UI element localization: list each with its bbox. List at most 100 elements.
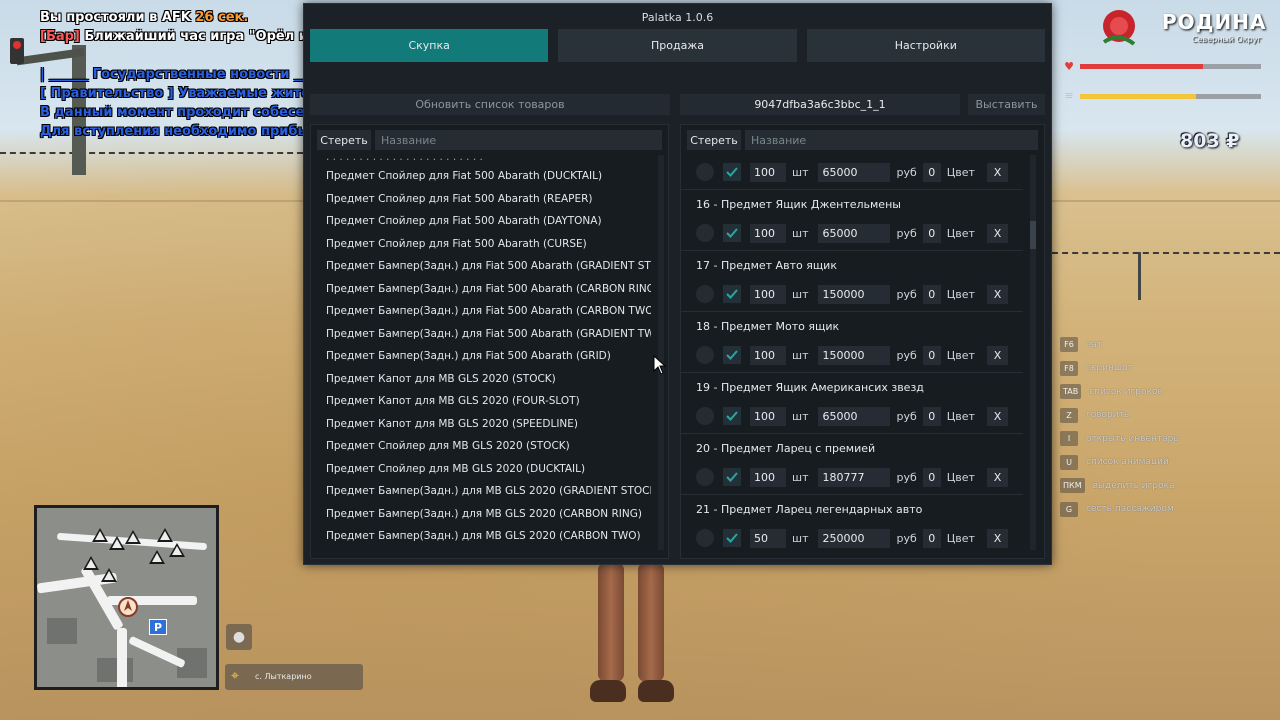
row-checkbox[interactable] (723, 407, 741, 425)
quantity-field[interactable]: 100 (750, 162, 786, 182)
color-field[interactable]: 0 (922, 223, 941, 243)
preset-code-field[interactable]: 9047dfba3a6c3bbc_1_1 (680, 94, 960, 115)
quantity-field[interactable]: 100 (750, 223, 786, 243)
row-checkbox[interactable] (723, 529, 741, 547)
row-checkbox[interactable] (723, 285, 741, 303)
row-radio[interactable] (696, 163, 714, 181)
check-icon (726, 472, 738, 482)
row-radio[interactable] (696, 346, 714, 364)
list-item[interactable]: Предмет Бампер(Задн.) для MB GLS 2020 (G… (311, 480, 651, 503)
window-title: Palatka 1.0.6 (641, 11, 714, 24)
color-field[interactable]: 0 (922, 345, 941, 365)
remove-button[interactable]: X (986, 284, 1008, 304)
list-item[interactable]: Предмет Спойлер для Fiat 500 Abarath (DU… (311, 165, 651, 188)
row-radio[interactable] (696, 468, 714, 486)
traffic-light (10, 38, 24, 64)
list-item[interactable]: Предмет Бампер(Задн.) для MB GLS 2020 (C… (311, 525, 651, 548)
health-bar-fill (1080, 64, 1204, 69)
remove-button[interactable]: X (986, 528, 1008, 548)
fence (0, 152, 303, 154)
row-checkbox[interactable] (723, 163, 741, 181)
color-label: Цвет (946, 226, 975, 240)
row-title: 17 - Предмет Авто ящик (696, 259, 837, 272)
list-item[interactable]: Предмет Спойлер для MB GLS 2020 (DUCKTAI… (311, 458, 651, 481)
list-item[interactable]: Предмет Спойлер для Fiat 500 Abarath (DA… (311, 210, 651, 233)
map-landmark-icon (149, 550, 165, 564)
key-hint: ПКМ выделить игрока (1060, 474, 1179, 498)
list-item[interactable]: Предмет Капот для MB GLS 2020 (FOUR-SLOT… (311, 390, 651, 413)
list-item[interactable]: Предмет Капот для MB GLS 2020 (STOCK) (311, 368, 651, 391)
price-field[interactable]: 150000 (818, 345, 891, 365)
price-field[interactable]: 250000 (818, 528, 891, 548)
unit-label: шт (792, 409, 809, 423)
row-checkbox[interactable] (723, 346, 741, 364)
unit-label: шт (792, 531, 809, 545)
currency-label: руб (896, 287, 917, 301)
row-radio[interactable] (696, 285, 714, 303)
list-item[interactable]: Предмет Бампер(Задн.) для Fiat 500 Abara… (311, 278, 651, 301)
selected-scrollbar[interactable] (1030, 155, 1036, 550)
microphone-icon[interactable]: ● (226, 624, 252, 650)
quantity-field[interactable]: 100 (750, 406, 786, 426)
list-item[interactable]: Предмет Бампер(Задн.) для Fiat 500 Abara… (311, 345, 651, 368)
quantity-field[interactable]: 100 (750, 284, 786, 304)
remove-button[interactable]: X (986, 345, 1008, 365)
row-checkbox[interactable] (723, 468, 741, 486)
key-hint: Iоткрыть инвентарь (1060, 427, 1179, 451)
tab-settings[interactable]: Настройки (806, 29, 1045, 62)
goods-scrollbar[interactable] (658, 155, 664, 550)
chat-afk-time: 26 сек. (195, 10, 249, 25)
burger-icon: ≡ (1064, 89, 1074, 102)
price-field[interactable]: 180777 (818, 467, 891, 487)
price-field[interactable]: 65000 (818, 162, 891, 182)
color-field[interactable]: 0 (922, 162, 941, 182)
price-field[interactable]: 65000 (818, 406, 891, 426)
refresh-goods-button[interactable]: Обновить список товаров (310, 94, 670, 115)
row-checkbox[interactable] (723, 224, 741, 242)
apply-button[interactable]: Выставить (968, 94, 1045, 115)
scrollbar-thumb[interactable] (1030, 221, 1036, 249)
map-landmark-icon (125, 530, 141, 544)
location-badge: ⌖ с. Лыткарино (225, 664, 363, 690)
list-item[interactable]: Предмет Спойлер для MB GLS 2020 (STOCK) (311, 435, 651, 458)
logo-subtitle: Северный Округ (1192, 35, 1262, 44)
row-radio[interactable] (696, 529, 714, 547)
selected-search-input[interactable] (745, 130, 1038, 150)
remove-button[interactable]: X (986, 406, 1008, 426)
price-field[interactable]: 150000 (818, 284, 891, 304)
quantity-field[interactable]: 100 (750, 467, 786, 487)
list-item[interactable]: Предмет Спойлер для Fiat 500 Abarath (RE… (311, 188, 651, 211)
clear-selected-search-button[interactable]: Стереть (687, 130, 741, 150)
goods-search-input[interactable] (375, 130, 662, 150)
row-radio[interactable] (696, 407, 714, 425)
remove-button[interactable]: X (986, 162, 1008, 182)
tab-sell[interactable]: Продажа (558, 29, 797, 62)
tab-buy[interactable]: Скупка (310, 29, 549, 62)
color-field[interactable]: 0 (922, 528, 941, 548)
rose-logo-icon (1102, 10, 1136, 46)
quantity-field[interactable]: 100 (750, 345, 786, 365)
color-field[interactable]: 0 (922, 406, 941, 426)
clear-search-button[interactable]: Стереть (317, 130, 371, 150)
row-title: 20 - Предмет Ларец с премией (696, 442, 876, 455)
key-hint: TAB список игроков (1060, 380, 1179, 404)
color-field[interactable]: 0 (922, 284, 941, 304)
list-item[interactable]: Предмет Бампер(Задн.) для Fiat 500 Abara… (311, 255, 651, 278)
quantity-field[interactable]: 50 (750, 528, 786, 548)
table-row: 16 - Предмет Ящик Джентельмены 100 шт 65… (681, 190, 1023, 251)
row-title: 18 - Предмет Мото ящик (696, 320, 840, 333)
map-landmark-icon (169, 543, 185, 557)
list-item[interactable]: Предмет Капот для MB GLS 2020 (SPEEDLINE… (311, 413, 651, 436)
remove-button[interactable]: X (986, 467, 1008, 487)
unit-label: шт (792, 348, 809, 362)
row-radio[interactable] (696, 224, 714, 242)
color-field[interactable]: 0 (922, 467, 941, 487)
list-item[interactable]: Предмет Спойлер для Fiat 500 Abarath (CU… (311, 233, 651, 256)
list-item[interactable]: Предмет Бампер(Задн.) для Fiat 500 Abara… (311, 323, 651, 346)
color-label: Цвет (946, 409, 975, 423)
check-icon (726, 228, 738, 238)
remove-button[interactable]: X (986, 223, 1008, 243)
price-field[interactable]: 65000 (818, 223, 891, 243)
list-item[interactable]: Предмет Бампер(Задн.) для Fiat 500 Abara… (311, 300, 651, 323)
list-item[interactable]: Предмет Бампер(Задн.) для MB GLS 2020 (C… (311, 503, 651, 526)
